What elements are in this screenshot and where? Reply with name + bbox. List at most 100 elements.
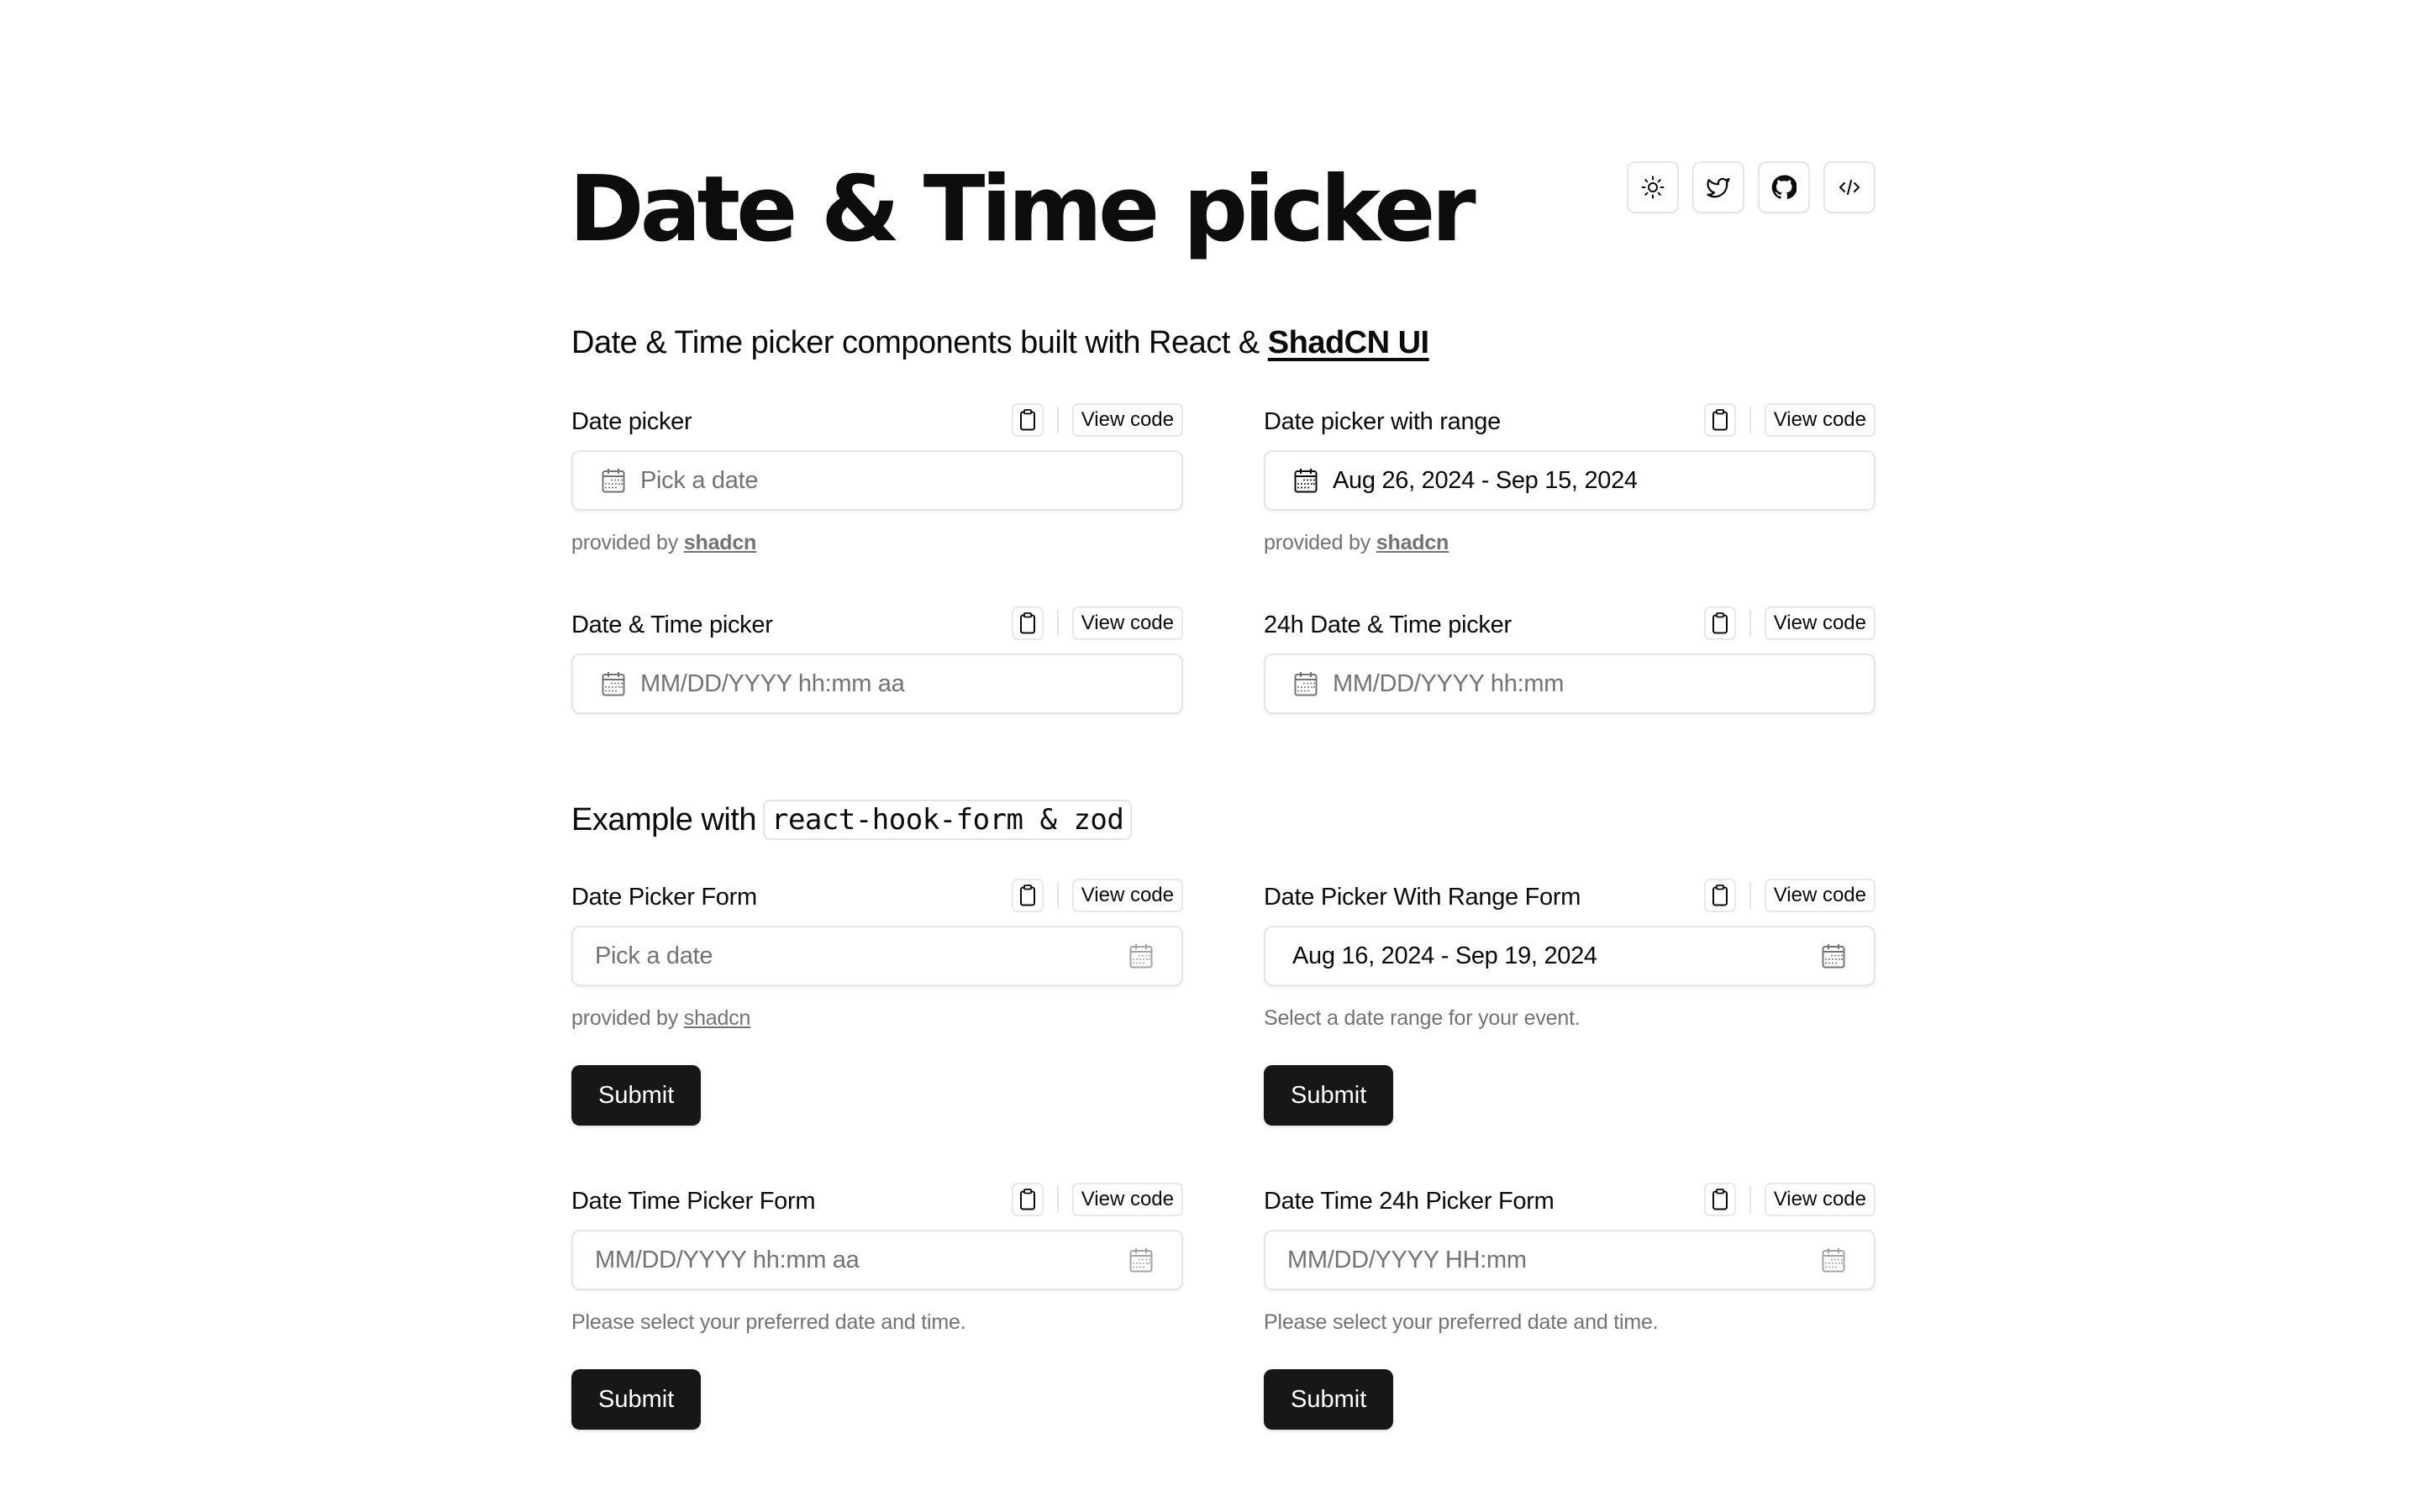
divider (1749, 1186, 1751, 1213)
intro-text: Date & Time picker components built with… (571, 325, 1429, 361)
date-time-24h-placeholder: MM/DD/YYYY hh:mm (1333, 669, 1565, 697)
date-picker-card: Date picker View code Pick a date provid… (571, 403, 1183, 554)
card-title: Date Time Picker Form (571, 1188, 816, 1215)
clipboard-icon (1712, 885, 1728, 906)
card-title: Date Picker Form (571, 884, 757, 911)
copy-button[interactable] (1703, 1183, 1736, 1216)
calendar-icon (1294, 468, 1318, 493)
header-toolbar (1627, 161, 1876, 213)
source-code-button[interactable] (1823, 161, 1876, 213)
clipboard-icon (1712, 612, 1728, 634)
date-time-placeholder: MM/DD/YYYY hh:mm aa (640, 669, 905, 697)
shadcn-ui-link[interactable]: ShadCN UI (1268, 325, 1429, 360)
clipboard-icon (1019, 885, 1036, 906)
copy-button[interactable] (1703, 879, 1736, 912)
theme-toggle-button[interactable] (1627, 161, 1679, 213)
divider (1056, 882, 1059, 909)
calendar-icon (602, 468, 625, 493)
view-code-button[interactable]: View code (1764, 606, 1876, 640)
clipboard-icon (1019, 409, 1036, 431)
twitter-icon (1707, 177, 1730, 198)
date-time-24h-form-placeholder: MM/DD/YYYY HH:mm (1287, 1246, 1527, 1273)
date-time-form-input[interactable]: MM/DD/YYYY hh:mm aa (571, 1230, 1183, 1290)
code-icon (1839, 180, 1860, 195)
intro-text-body: Date & Time picker components built with… (571, 325, 1268, 360)
clipboard-icon (1712, 1189, 1728, 1210)
view-code-button[interactable]: View code (1764, 1183, 1876, 1216)
clipboard-icon (1019, 612, 1036, 634)
view-code-button[interactable]: View code (1071, 1183, 1183, 1216)
card-title: Date Time 24h Picker Form (1264, 1188, 1555, 1215)
view-code-button[interactable]: View code (1071, 606, 1183, 640)
github-link-button[interactable] (1758, 161, 1810, 213)
card-title: Date Picker With Range Form (1264, 884, 1581, 911)
copy-button[interactable] (1011, 403, 1044, 437)
github-icon (1771, 175, 1797, 199)
date-range-form-card: Date Picker With Range Form View code Au… (1264, 879, 1876, 1126)
shadcn-link[interactable]: shadcn (1376, 531, 1449, 554)
copy-button[interactable] (1011, 1183, 1044, 1216)
date-picker-input[interactable]: Pick a date (571, 450, 1183, 511)
view-code-button[interactable]: View code (1764, 879, 1876, 912)
date-time-picker-card: Date & Time picker View code MM/DD/YYYY … (571, 606, 1183, 714)
submit-button[interactable]: Submit (1264, 1369, 1394, 1430)
date-picker-form-placeholder: Pick a date (595, 942, 713, 969)
helper-text: Please select your preferred date and ti… (571, 1310, 966, 1334)
twitter-link-button[interactable] (1692, 161, 1744, 213)
date-time-form-card: Date Time Picker Form View code MM/DD/YY… (571, 1183, 1183, 1430)
date-time-input[interactable]: MM/DD/YYYY hh:mm aa (571, 654, 1183, 714)
date-range-input[interactable]: Aug 26, 2024 - Sep 15, 2024 (1264, 450, 1876, 511)
section-heading-prefix: Example with (571, 801, 756, 837)
copy-button[interactable] (1703, 606, 1736, 640)
helper-prefix: provided by (1264, 531, 1376, 554)
submit-button[interactable]: Submit (1264, 1065, 1394, 1126)
copy-button[interactable] (1011, 606, 1044, 640)
card-title: Date picker (571, 408, 692, 435)
date-picker-form-input[interactable]: Pick a date (571, 926, 1183, 986)
sun-icon (1641, 176, 1665, 199)
date-range-form-value: Aug 16, 2024 - Sep 19, 2024 (1292, 942, 1597, 969)
calendar-icon (1822, 943, 1845, 969)
submit-button[interactable]: Submit (571, 1065, 702, 1126)
date-time-24h-form-input[interactable]: MM/DD/YYYY HH:mm (1264, 1230, 1876, 1290)
shadcn-link[interactable]: shadcn (684, 531, 757, 554)
divider (1749, 882, 1751, 909)
view-code-button[interactable]: View code (1071, 879, 1183, 912)
calendar-icon (602, 671, 625, 696)
calendar-icon (1822, 1247, 1845, 1273)
helper-text: provided by shadcn (571, 1006, 750, 1031)
view-code-button[interactable]: View code (1764, 403, 1876, 437)
date-picker-placeholder: Pick a date (640, 466, 759, 494)
date-range-picker-card: Date picker with range View code Aug 26,… (1264, 403, 1876, 554)
view-code-button[interactable]: View code (1071, 403, 1183, 437)
helper-prefix: provided by (571, 1006, 684, 1030)
divider (1749, 407, 1751, 433)
clipboard-icon (1019, 1189, 1036, 1210)
card-title: Date picker with range (1264, 408, 1501, 435)
page-title: Date & Time picker (569, 157, 1476, 262)
submit-button[interactable]: Submit (571, 1369, 702, 1430)
divider (1749, 610, 1751, 637)
date-range-form-input[interactable]: Aug 16, 2024 - Sep 19, 2024 (1264, 926, 1876, 986)
divider (1056, 407, 1059, 433)
code-snippet: react-hook-form & zod (762, 800, 1133, 840)
calendar-icon (1129, 1247, 1153, 1273)
helper-text: Please select your preferred date and ti… (1264, 1310, 1659, 1334)
copy-button[interactable] (1703, 403, 1736, 437)
divider (1056, 610, 1059, 637)
card-title: Date & Time picker (571, 612, 773, 638)
clipboard-icon (1712, 409, 1728, 431)
helper-text: provided by shadcn (1264, 531, 1449, 555)
date-time-form-placeholder: MM/DD/YYYY hh:mm aa (595, 1246, 860, 1273)
copy-button[interactable] (1011, 879, 1044, 912)
date-picker-form-card: Date Picker Form View code Pick a date p… (571, 879, 1183, 1126)
helper-text: Select a date range for your event. (1264, 1006, 1581, 1030)
calendar-icon (1294, 671, 1318, 696)
date-time-24h-input[interactable]: MM/DD/YYYY hh:mm (1264, 654, 1876, 714)
divider (1056, 1186, 1059, 1213)
shadcn-link[interactable]: shadcn (684, 1006, 751, 1030)
date-range-value: Aug 26, 2024 - Sep 15, 2024 (1333, 466, 1638, 494)
date-time-24h-picker-card: 24h Date & Time picker View code MM/DD/Y… (1264, 606, 1876, 714)
date-time-24h-form-card: Date Time 24h Picker Form View code MM/D… (1264, 1183, 1876, 1430)
helper-prefix: provided by (571, 531, 684, 554)
